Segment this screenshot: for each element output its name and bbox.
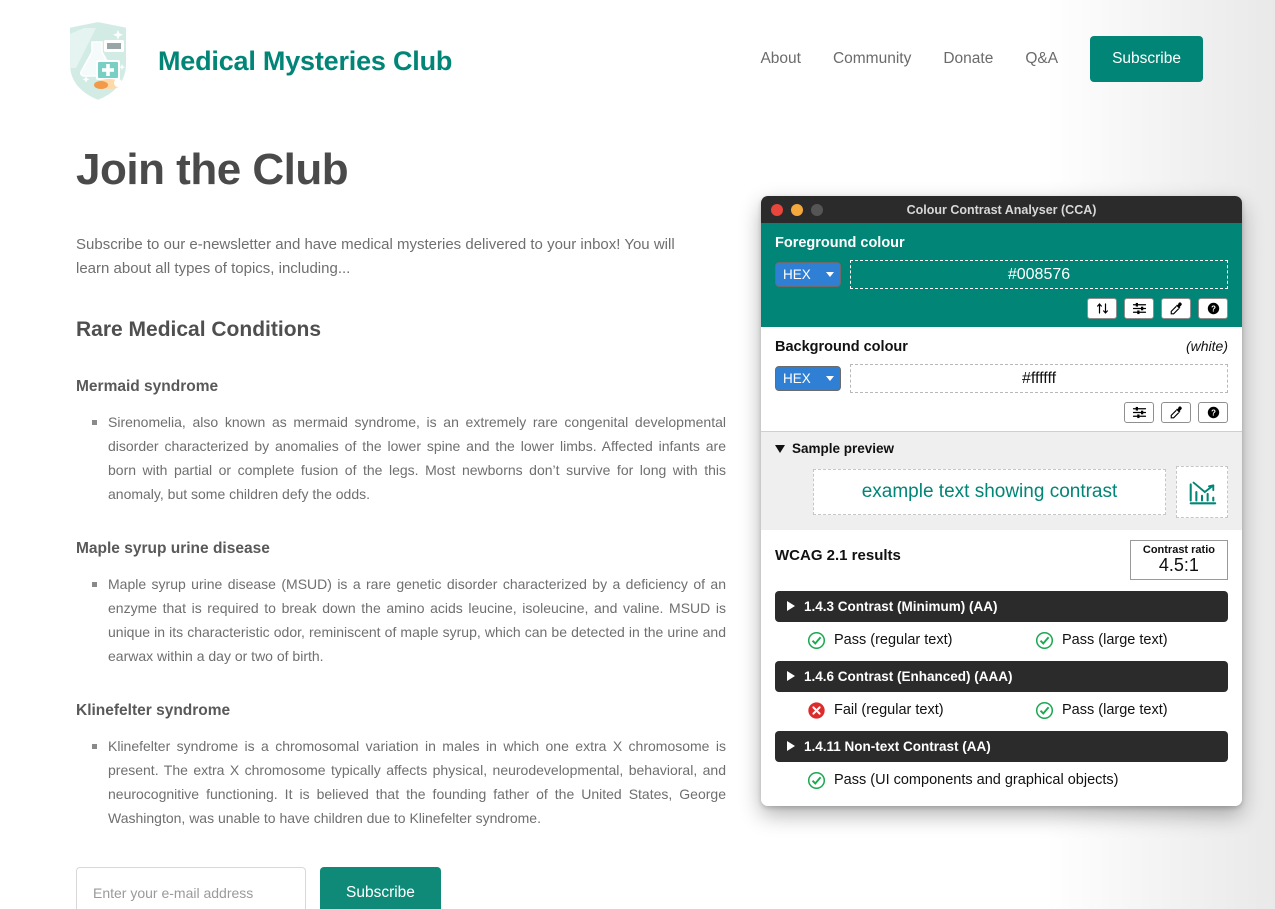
criterion-row-1-4-3[interactable]: 1.4.3 Contrast (Minimum) (AA): [775, 590, 1228, 622]
foreground-panel: Foreground colour HEX #008576 ?: [761, 223, 1242, 327]
site-header: Medical Mysteries Club About Community D…: [0, 0, 1275, 122]
window-title: Colour Contrast Analyser (CCA): [906, 202, 1097, 217]
close-window-button[interactable]: [771, 203, 783, 216]
foreground-format-value: HEX: [783, 267, 811, 282]
nav-link-donate[interactable]: Donate: [927, 50, 1009, 68]
background-colour-note: (white): [1185, 338, 1228, 354]
sample-text: example text showing contrast: [813, 469, 1166, 515]
sample-preview-panel: Sample preview example text showing cont…: [761, 431, 1242, 530]
result-text: Pass (regular text): [834, 632, 953, 649]
main-nav: About Community Donate Q&A Subscribe: [744, 36, 1203, 82]
result-large-text: Pass (large text): [1035, 701, 1168, 720]
criterion-row-1-4-6[interactable]: 1.4.6 Contrast (Enhanced) (AAA): [775, 660, 1228, 692]
criterion-results: Pass (regular text) Pass (large text): [775, 631, 1228, 650]
triangle-right-icon: [787, 741, 795, 752]
bar-chart-down-arrow-icon: [1176, 466, 1228, 518]
nav-link-about[interactable]: About: [744, 50, 817, 68]
list-item: Maple syrup urine disease (MSUD) is a ra…: [92, 572, 726, 668]
main-content: Join the Club Subscribe to our e-newslet…: [76, 145, 726, 909]
page-title: Join the Club: [76, 145, 349, 194]
chevron-down-icon: [826, 376, 834, 381]
pass-icon: [807, 631, 826, 650]
cca-titlebar[interactable]: Colour Contrast Analyser (CCA): [761, 196, 1242, 223]
result-regular-text: Fail (regular text): [807, 701, 1035, 720]
minimize-window-button[interactable]: [791, 203, 803, 216]
eyedropper-button[interactable]: [1161, 298, 1191, 319]
nav-link-community[interactable]: Community: [817, 50, 927, 68]
shield-medical-logo: [62, 16, 134, 106]
sample-preview-label: Sample preview: [792, 441, 895, 456]
result-text: Fail (regular text): [834, 702, 944, 719]
svg-text:?: ?: [1211, 409, 1216, 418]
background-button-row: ?: [775, 402, 1228, 423]
sample-preview-toggle[interactable]: Sample preview: [775, 441, 1228, 456]
colour-sliders-button[interactable]: [1124, 298, 1154, 319]
background-format-select[interactable]: HEX: [775, 366, 841, 391]
window-controls: [771, 203, 823, 216]
foreground-format-select[interactable]: HEX: [775, 262, 841, 287]
pass-icon: [1035, 701, 1054, 720]
condition-list: Maple syrup urine disease (MSUD) is a ra…: [76, 572, 726, 668]
wcag-results-panel: WCAG 2.1 results Contrast ratio 4.5:1 1.…: [761, 530, 1242, 806]
criterion-label: 1.4.11 Non-text Contrast (AA): [804, 738, 991, 754]
email-input[interactable]: [76, 866, 306, 909]
background-label: Background colour: [775, 339, 908, 355]
background-panel: Background colour (white) HEX #ffffff ?: [761, 327, 1242, 431]
criterion-row-1-4-11[interactable]: 1.4.11 Non-text Contrast (AA): [775, 730, 1228, 762]
triangle-right-icon: [787, 671, 795, 682]
list-item: Sirenomelia, also known as mermaid syndr…: [92, 410, 726, 506]
pass-icon: [1035, 631, 1054, 650]
background-format-value: HEX: [783, 371, 811, 386]
help-button[interactable]: ?: [1198, 402, 1228, 423]
condition-heading: Klinefelter syndrome: [76, 702, 231, 720]
criterion-label: 1.4.6 Contrast (Enhanced) (AAA): [804, 668, 1013, 684]
condition-list: Klinefelter syndrome is a chromosomal va…: [76, 734, 726, 830]
result-text: Pass (large text): [1062, 632, 1168, 649]
result-text: Pass (large text): [1062, 702, 1168, 719]
pass-icon: [807, 771, 826, 790]
page-root: Medical Mysteries Club About Community D…: [0, 0, 1275, 909]
swap-colours-button[interactable]: [1087, 298, 1117, 319]
intro-paragraph: Subscribe to our e-newsletter and have m…: [76, 236, 675, 278]
result-large-text: Pass (large text): [1035, 631, 1168, 650]
list-item: Klinefelter syndrome is a chromosomal va…: [92, 734, 726, 830]
result-regular-text: Pass (regular text): [807, 631, 1035, 650]
eyedropper-button[interactable]: [1161, 402, 1191, 423]
subscribe-form: Subscribe: [76, 866, 726, 909]
result-non-text: Pass (UI components and graphical object…: [807, 771, 1119, 790]
condition-heading: Maple syrup urine disease: [76, 539, 270, 557]
contrast-ratio-badge: Contrast ratio 4.5:1: [1129, 540, 1228, 580]
criterion-results: Fail (regular text) Pass (large text): [775, 701, 1228, 720]
criterion-results: Pass (UI components and graphical object…: [775, 771, 1228, 790]
criterion-label: 1.4.3 Contrast (Minimum) (AA): [804, 598, 998, 614]
foreground-label: Foreground colour: [775, 235, 905, 251]
brand-title: Medical Mysteries Club: [158, 45, 453, 76]
section-heading: Rare Medical Conditions: [76, 317, 322, 341]
header-subscribe-button[interactable]: Subscribe: [1090, 36, 1203, 82]
foreground-button-row: ?: [775, 298, 1228, 319]
colour-sliders-button[interactable]: [1124, 402, 1154, 423]
triangle-right-icon: [787, 601, 795, 612]
help-button[interactable]: ?: [1198, 298, 1228, 319]
zoom-window-button[interactable]: [811, 203, 823, 216]
condition-list: Sirenomelia, also known as mermaid syndr…: [76, 410, 726, 506]
nav-link-qa[interactable]: Q&A: [1009, 50, 1074, 68]
chevron-down-icon: [826, 272, 834, 277]
triangle-down-icon: [775, 444, 785, 453]
background-colour-input[interactable]: #ffffff: [850, 364, 1228, 393]
foreground-colour-input[interactable]: #008576: [850, 260, 1228, 289]
brand[interactable]: Medical Mysteries Club: [62, 16, 452, 106]
condition-heading: Mermaid syndrome: [76, 377, 219, 395]
result-text: Pass (UI components and graphical object…: [834, 772, 1119, 789]
fail-icon: [807, 701, 826, 720]
wcag-results-title: WCAG 2.1 results: [775, 547, 901, 564]
form-subscribe-button[interactable]: Subscribe: [320, 866, 441, 909]
contrast-ratio-value: 4.5:1: [1158, 555, 1199, 575]
svg-text:?: ?: [1211, 305, 1216, 314]
cca-window: Colour Contrast Analyser (CCA) Foregroun…: [761, 196, 1242, 806]
